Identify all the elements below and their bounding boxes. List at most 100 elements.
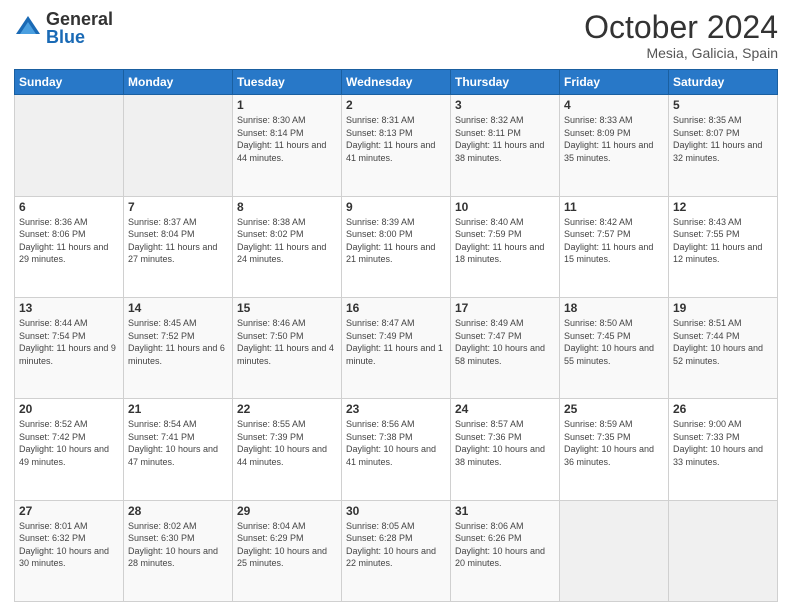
day-number: 29 — [237, 504, 337, 518]
calendar-day-cell: 13 Sunrise: 8:44 AMSunset: 7:54 PMDayligh… — [15, 297, 124, 398]
day-info: Sunrise: 8:49 AMSunset: 7:47 PMDaylight:… — [455, 317, 555, 367]
day-info: Sunrise: 8:42 AMSunset: 7:57 PMDaylight:… — [564, 216, 664, 266]
day-number: 26 — [673, 402, 773, 416]
day-number: 1 — [237, 98, 337, 112]
day-number: 15 — [237, 301, 337, 315]
weekday-header: Friday — [560, 70, 669, 95]
day-number: 12 — [673, 200, 773, 214]
day-number: 22 — [237, 402, 337, 416]
day-info: Sunrise: 8:35 AMSunset: 8:07 PMDaylight:… — [673, 114, 773, 164]
day-info: Sunrise: 8:01 AMSunset: 6:32 PMDaylight:… — [19, 520, 119, 570]
location-title: Mesia, Galicia, Spain — [584, 45, 778, 61]
logo-icon — [14, 14, 42, 42]
calendar-day-cell: 2 Sunrise: 8:31 AMSunset: 8:13 PMDaylight… — [342, 95, 451, 196]
day-number: 9 — [346, 200, 446, 214]
weekday-header: Monday — [124, 70, 233, 95]
day-info: Sunrise: 8:55 AMSunset: 7:39 PMDaylight:… — [237, 418, 337, 468]
day-info: Sunrise: 8:47 AMSunset: 7:49 PMDaylight:… — [346, 317, 446, 367]
calendar-day-cell: 21Sunrise: 8:54 AMSunset: 7:41 PMDayligh… — [124, 399, 233, 500]
day-info: Sunrise: 8:50 AMSunset: 7:45 PMDaylight:… — [564, 317, 664, 367]
day-number: 3 — [455, 98, 555, 112]
calendar-day-cell: 6Sunrise: 8:36 AMSunset: 8:06 PMDaylight… — [15, 196, 124, 297]
weekday-header: Wednesday — [342, 70, 451, 95]
day-number: 13 — [19, 301, 119, 315]
calendar-day-cell: 11 Sunrise: 8:42 AMSunset: 7:57 PMDayligh… — [560, 196, 669, 297]
logo: General Blue — [14, 10, 113, 46]
calendar-day-cell: 4 Sunrise: 8:33 AMSunset: 8:09 PMDaylight… — [560, 95, 669, 196]
logo-blue-text: Blue — [46, 28, 113, 46]
calendar-day-cell: 24 Sunrise: 8:57 AMSunset: 7:36 PMDayligh… — [451, 399, 560, 500]
weekday-header: Thursday — [451, 70, 560, 95]
day-number: 17 — [455, 301, 555, 315]
calendar-week-row: 13 Sunrise: 8:44 AMSunset: 7:54 PMDayligh… — [15, 297, 778, 398]
day-info: Sunrise: 8:37 AMSunset: 8:04 PMDaylight:… — [128, 216, 228, 266]
page: General Blue October 2024 Mesia, Galicia… — [0, 0, 792, 612]
day-info: Sunrise: 8:39 AMSunset: 8:00 PMDaylight:… — [346, 216, 446, 266]
calendar-day-cell: 15 Sunrise: 8:46 AMSunset: 7:50 PMDayligh… — [233, 297, 342, 398]
day-number: 7 — [128, 200, 228, 214]
calendar-day-cell: 5 Sunrise: 8:35 AMSunset: 8:07 PMDaylight… — [669, 95, 778, 196]
day-number: 4 — [564, 98, 664, 112]
day-number: 25 — [564, 402, 664, 416]
calendar-day-cell: 3Sunrise: 8:32 AMSunset: 8:11 PMDaylight… — [451, 95, 560, 196]
calendar-day-cell: 19 Sunrise: 8:51 AMSunset: 7:44 PMDayligh… — [669, 297, 778, 398]
weekday-header: Saturday — [669, 70, 778, 95]
calendar-day-cell: 14 Sunrise: 8:45 AMSunset: 7:52 PMDayligh… — [124, 297, 233, 398]
calendar-day-cell: 28Sunrise: 8:02 AMSunset: 6:30 PMDayligh… — [124, 500, 233, 601]
day-number: 11 — [564, 200, 664, 214]
day-number: 16 — [346, 301, 446, 315]
calendar-week-row: 1 Sunrise: 8:30 AMSunset: 8:14 PMDaylight… — [15, 95, 778, 196]
day-info: Sunrise: 8:40 AMSunset: 7:59 PMDaylight:… — [455, 216, 555, 266]
day-info: Sunrise: 8:46 AMSunset: 7:50 PMDaylight:… — [237, 317, 337, 367]
day-number: 5 — [673, 98, 773, 112]
calendar-day-cell — [124, 95, 233, 196]
calendar-day-cell: 30 Sunrise: 8:05 AMSunset: 6:28 PMDayligh… — [342, 500, 451, 601]
calendar-day-cell: 10Sunrise: 8:40 AMSunset: 7:59 PMDayligh… — [451, 196, 560, 297]
header: General Blue October 2024 Mesia, Galicia… — [14, 10, 778, 61]
day-info: Sunrise: 8:38 AMSunset: 8:02 PMDaylight:… — [237, 216, 337, 266]
calendar-day-cell: 22 Sunrise: 8:55 AMSunset: 7:39 PMDayligh… — [233, 399, 342, 500]
day-info: Sunrise: 8:45 AMSunset: 7:52 PMDaylight:… — [128, 317, 228, 367]
day-info: Sunrise: 8:56 AMSunset: 7:38 PMDaylight:… — [346, 418, 446, 468]
day-info: Sunrise: 8:54 AMSunset: 7:41 PMDaylight:… — [128, 418, 228, 468]
calendar-day-cell: 17 Sunrise: 8:49 AMSunset: 7:47 PMDayligh… — [451, 297, 560, 398]
day-number: 2 — [346, 98, 446, 112]
day-info: Sunrise: 9:00 AMSunset: 7:33 PMDaylight:… — [673, 418, 773, 468]
calendar-day-cell: 31 Sunrise: 8:06 AMSunset: 6:26 PMDayligh… — [451, 500, 560, 601]
calendar-header-row: SundayMondayTuesdayWednesdayThursdayFrid… — [15, 70, 778, 95]
day-info: Sunrise: 8:06 AMSunset: 6:26 PMDaylight:… — [455, 520, 555, 570]
day-info: Sunrise: 8:31 AMSunset: 8:13 PMDaylight:… — [346, 114, 446, 164]
calendar-day-cell: 8Sunrise: 8:38 AMSunset: 8:02 PMDaylight… — [233, 196, 342, 297]
calendar-day-cell: 29Sunrise: 8:04 AMSunset: 6:29 PMDayligh… — [233, 500, 342, 601]
day-number: 24 — [455, 402, 555, 416]
logo-general-text: General — [46, 10, 113, 28]
day-info: Sunrise: 8:33 AMSunset: 8:09 PMDaylight:… — [564, 114, 664, 164]
day-number: 23 — [346, 402, 446, 416]
day-info: Sunrise: 8:52 AMSunset: 7:42 PMDaylight:… — [19, 418, 119, 468]
day-info: Sunrise: 8:44 AMSunset: 7:54 PMDaylight:… — [19, 317, 119, 367]
day-info: Sunrise: 8:36 AMSunset: 8:06 PMDaylight:… — [19, 216, 119, 266]
day-info: Sunrise: 8:05 AMSunset: 6:28 PMDaylight:… — [346, 520, 446, 570]
calendar-week-row: 20Sunrise: 8:52 AMSunset: 7:42 PMDayligh… — [15, 399, 778, 500]
calendar-day-cell: 7 Sunrise: 8:37 AMSunset: 8:04 PMDaylight… — [124, 196, 233, 297]
day-info: Sunrise: 8:30 AMSunset: 8:14 PMDaylight:… — [237, 114, 337, 164]
day-number: 14 — [128, 301, 228, 315]
calendar-day-cell: 1 Sunrise: 8:30 AMSunset: 8:14 PMDaylight… — [233, 95, 342, 196]
calendar-week-row: 6Sunrise: 8:36 AMSunset: 8:06 PMDaylight… — [15, 196, 778, 297]
calendar-day-cell: 20Sunrise: 8:52 AMSunset: 7:42 PMDayligh… — [15, 399, 124, 500]
day-info: Sunrise: 8:51 AMSunset: 7:44 PMDaylight:… — [673, 317, 773, 367]
calendar-day-cell: 9 Sunrise: 8:39 AMSunset: 8:00 PMDaylight… — [342, 196, 451, 297]
calendar-day-cell — [15, 95, 124, 196]
day-number: 19 — [673, 301, 773, 315]
calendar-day-cell: 23 Sunrise: 8:56 AMSunset: 7:38 PMDayligh… — [342, 399, 451, 500]
logo-text: General Blue — [46, 10, 113, 46]
day-number: 30 — [346, 504, 446, 518]
calendar-day-cell: 16 Sunrise: 8:47 AMSunset: 7:49 PMDayligh… — [342, 297, 451, 398]
day-number: 27 — [19, 504, 119, 518]
calendar-day-cell: 27 Sunrise: 8:01 AMSunset: 6:32 PMDayligh… — [15, 500, 124, 601]
day-number: 31 — [455, 504, 555, 518]
weekday-header: Tuesday — [233, 70, 342, 95]
calendar-day-cell: 25Sunrise: 8:59 AMSunset: 7:35 PMDayligh… — [560, 399, 669, 500]
calendar-day-cell: 12Sunrise: 8:43 AMSunset: 7:55 PMDayligh… — [669, 196, 778, 297]
day-info: Sunrise: 8:57 AMSunset: 7:36 PMDaylight:… — [455, 418, 555, 468]
